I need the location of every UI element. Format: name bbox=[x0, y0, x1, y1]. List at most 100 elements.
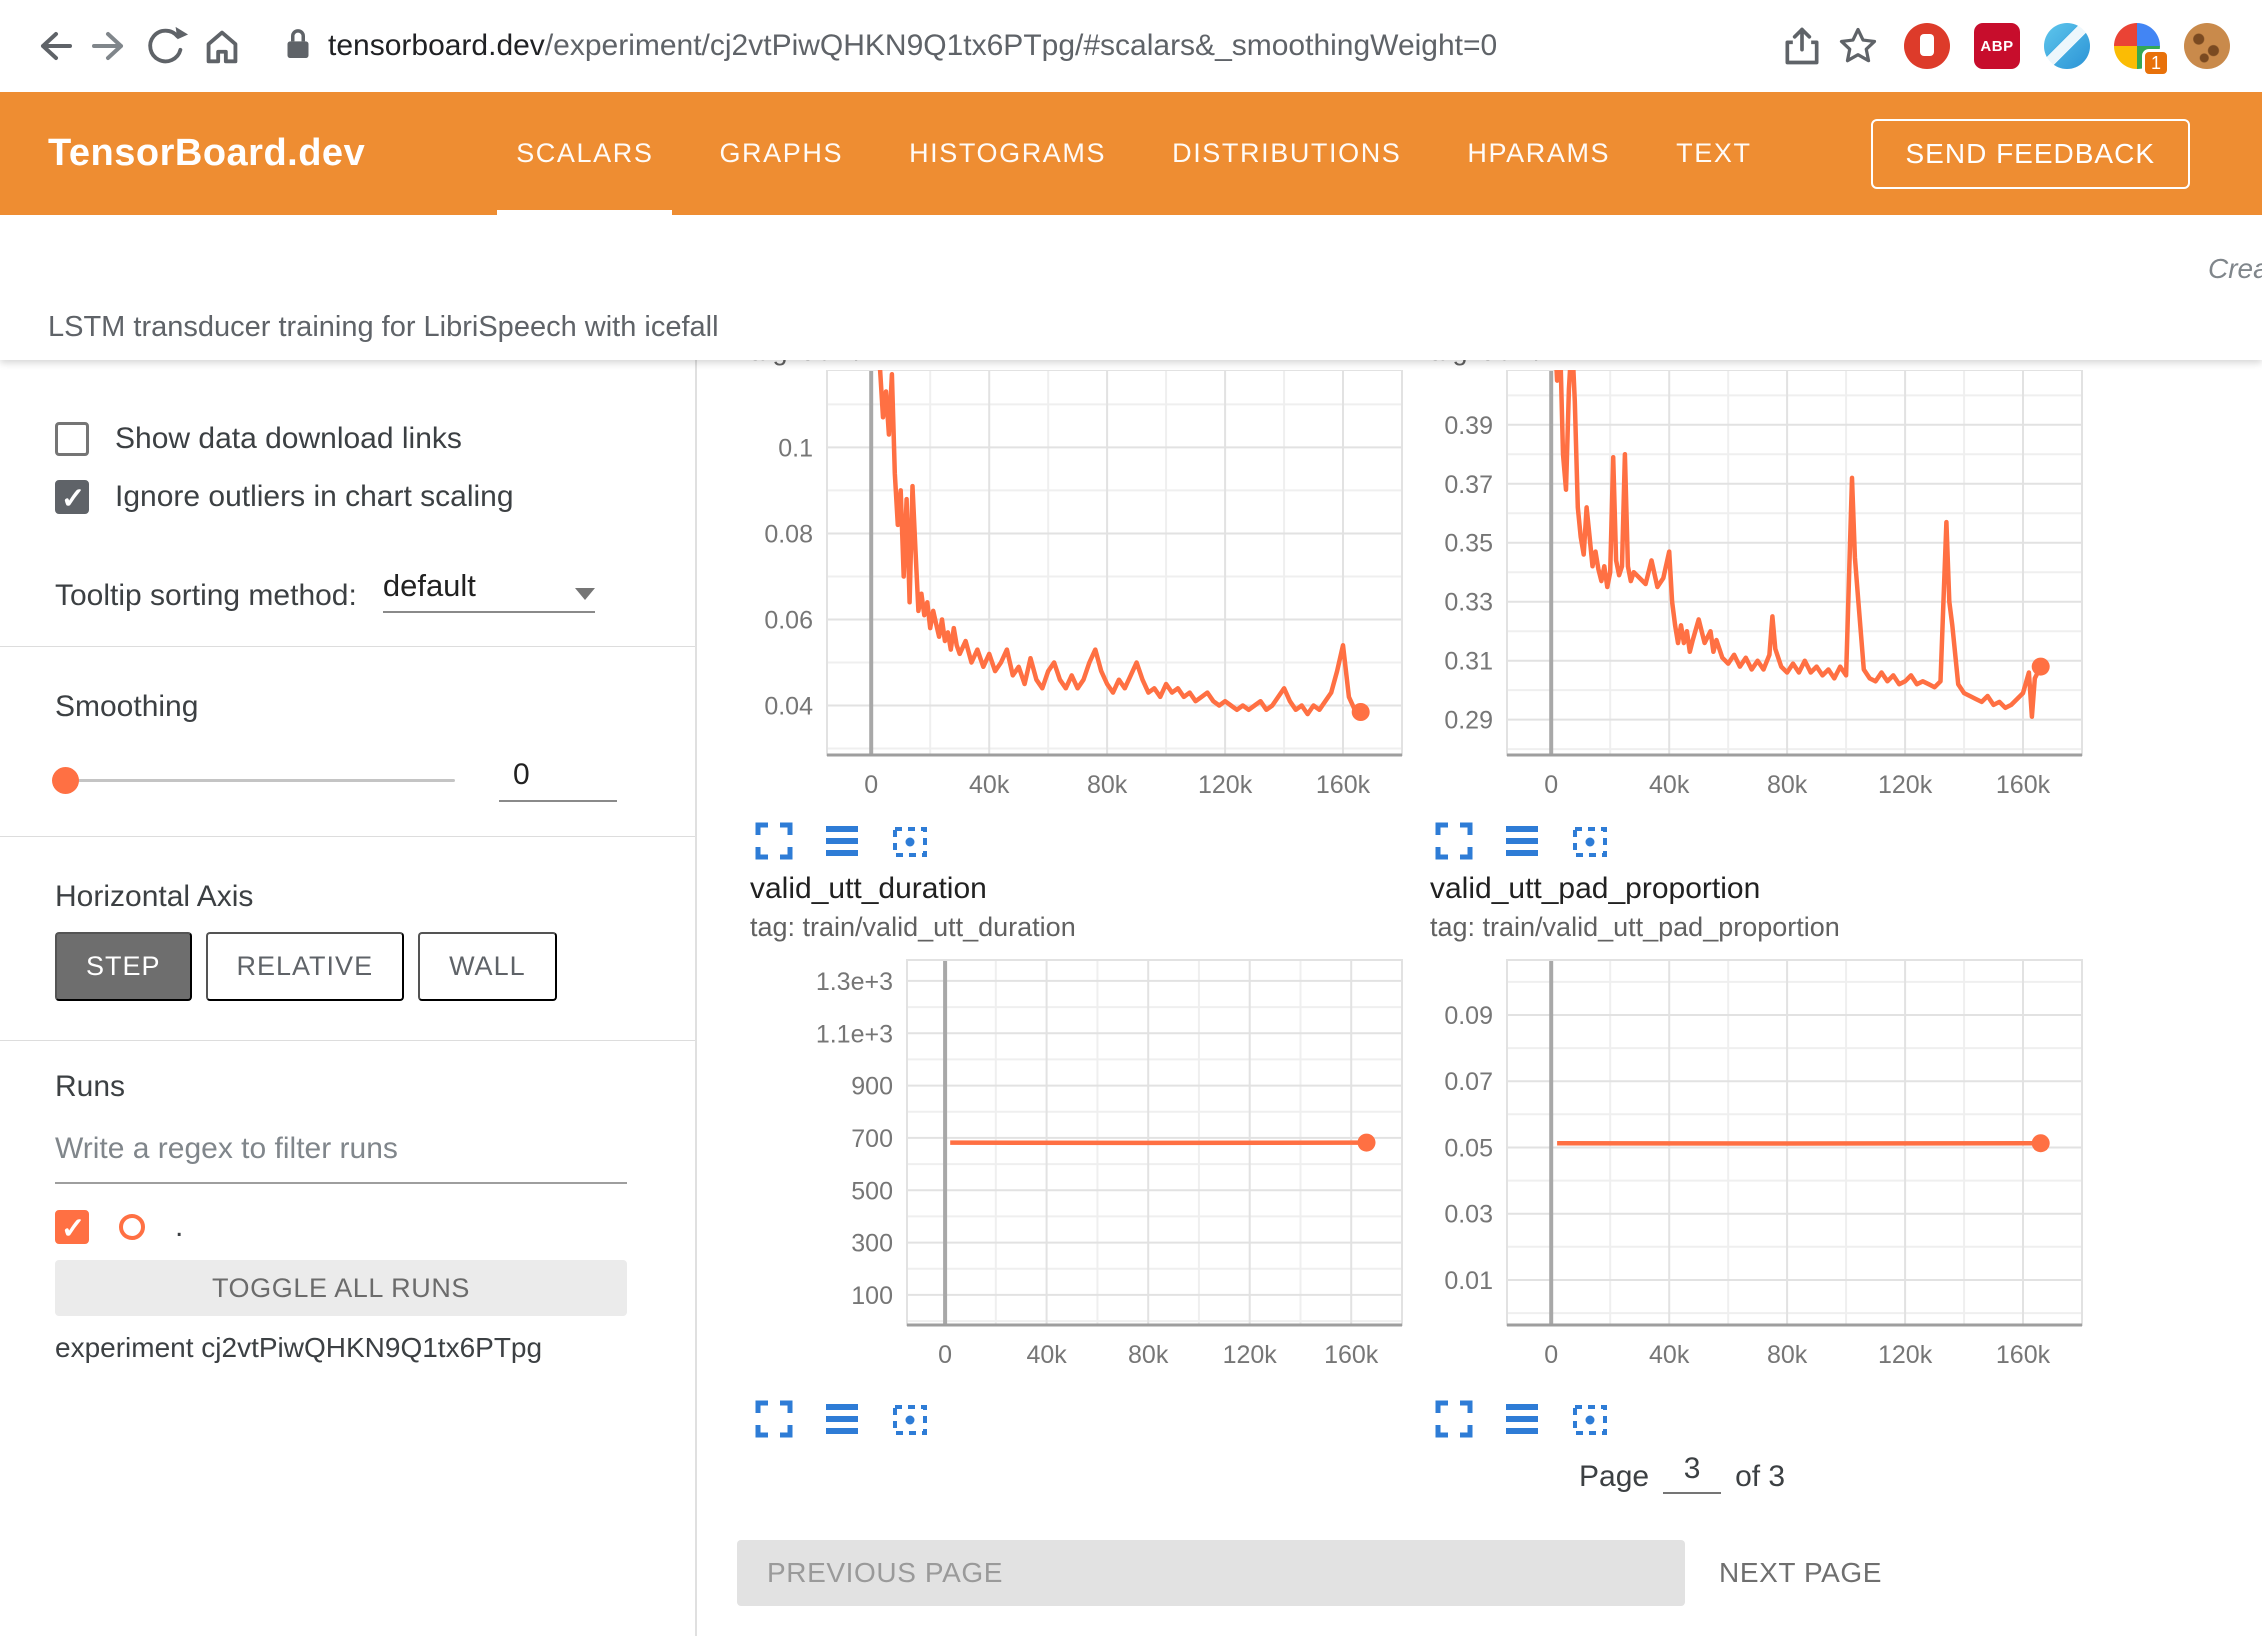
expand-chart-icon[interactable] bbox=[1434, 821, 1474, 861]
svg-text:300: 300 bbox=[851, 1230, 893, 1258]
view-data-icon[interactable] bbox=[822, 821, 862, 861]
experiment-description: LSTM transducer training for LibriSpeech… bbox=[48, 311, 719, 344]
chart-title: valid_utt_duration bbox=[712, 872, 1412, 912]
svg-text:0.29: 0.29 bbox=[1444, 707, 1493, 735]
show-download-links-checkbox[interactable] bbox=[55, 422, 89, 456]
lock-icon bbox=[284, 26, 312, 67]
pagination: Page of 3 bbox=[1579, 1452, 1785, 1494]
scalar-chart[interactable]: 0.010.030.050.070.09040k80k120k160k bbox=[1392, 948, 2092, 1393]
profile-avatar-icon[interactable]: 1 bbox=[2114, 23, 2160, 69]
expand-chart-icon[interactable] bbox=[754, 821, 794, 861]
svg-text:0.07: 0.07 bbox=[1444, 1068, 1493, 1096]
bookmark-star-icon[interactable] bbox=[1830, 18, 1886, 74]
fit-domain-icon[interactable] bbox=[1570, 821, 1610, 861]
svg-text:0: 0 bbox=[938, 1341, 952, 1369]
svg-text:0.08: 0.08 bbox=[764, 521, 813, 549]
back-icon[interactable] bbox=[26, 18, 82, 74]
smoothing-slider-thumb[interactable] bbox=[52, 767, 79, 794]
tab-histograms[interactable]: HISTOGRAMS bbox=[876, 92, 1139, 215]
svg-text:1.3e+3: 1.3e+3 bbox=[816, 968, 893, 996]
svg-text:0: 0 bbox=[1544, 1341, 1558, 1369]
page-number-input[interactable] bbox=[1663, 1452, 1721, 1494]
svg-text:900: 900 bbox=[851, 1073, 893, 1101]
axis-wall-button[interactable]: WALL bbox=[418, 932, 557, 1001]
fit-domain-icon[interactable] bbox=[890, 1399, 930, 1439]
extensions-cluster: ABP 1 bbox=[1904, 23, 2230, 69]
svg-text:120k: 120k bbox=[1223, 1341, 1278, 1369]
next-page-button[interactable]: NEXT PAGE bbox=[1719, 1540, 1882, 1606]
svg-text:40k: 40k bbox=[1649, 771, 1690, 799]
runs-filter-row bbox=[55, 1132, 655, 1184]
url-domain: tensorboard.dev bbox=[328, 29, 545, 62]
svg-text:0.35: 0.35 bbox=[1444, 530, 1493, 558]
tab-graphs[interactable]: GRAPHS bbox=[686, 92, 876, 215]
tab-hparams[interactable]: HPARAMS bbox=[1434, 92, 1643, 215]
ignore-outliers-row: Ignore outliers in chart scaling bbox=[55, 480, 655, 514]
svg-text:160k: 160k bbox=[1316, 771, 1371, 799]
view-data-icon[interactable] bbox=[1502, 821, 1542, 861]
svg-text:120k: 120k bbox=[1878, 1341, 1933, 1369]
forward-icon[interactable] bbox=[82, 18, 138, 74]
svg-text:120k: 120k bbox=[1198, 771, 1253, 799]
cookie-icon[interactable] bbox=[2184, 23, 2230, 69]
address-bar[interactable]: tensorboard.dev/experiment/cj2vtPiwQHKN9… bbox=[284, 26, 1774, 67]
svg-text:0.01: 0.01 bbox=[1444, 1267, 1493, 1295]
divider bbox=[0, 646, 695, 647]
expand-chart-icon[interactable] bbox=[1434, 1399, 1474, 1439]
page-of-label: of 3 bbox=[1735, 1460, 1785, 1494]
tab-distributions[interactable]: DISTRIBUTIONS bbox=[1139, 92, 1434, 215]
tab-scalars[interactable]: SCALARS bbox=[483, 92, 686, 215]
scalar-chart[interactable]: 0.040.060.080.1040k80k120k160k bbox=[712, 370, 1412, 815]
tab-text[interactable]: TEXT bbox=[1643, 92, 1784, 215]
scalar-chart[interactable]: 0.290.310.330.350.370.39040k80k120k160k bbox=[1392, 370, 2092, 815]
smoothing-value-input[interactable]: 0 bbox=[499, 758, 617, 802]
svg-text:0.05: 0.05 bbox=[1444, 1135, 1493, 1163]
page-label: Page bbox=[1579, 1460, 1649, 1494]
abp-icon[interactable]: ABP bbox=[1974, 23, 2020, 69]
ignore-outliers-checkbox[interactable] bbox=[55, 480, 89, 514]
run-name: . bbox=[175, 1210, 183, 1244]
chart-toolbar bbox=[712, 821, 1412, 861]
toggle-all-runs-button[interactable]: TOGGLE ALL RUNS bbox=[55, 1260, 627, 1316]
svg-text:0.04: 0.04 bbox=[764, 693, 813, 721]
horizontal-axis-label: Horizontal Axis bbox=[55, 880, 655, 914]
view-data-icon[interactable] bbox=[822, 1399, 862, 1439]
home-icon[interactable] bbox=[194, 18, 250, 74]
fit-domain-icon[interactable] bbox=[1570, 1399, 1610, 1439]
view-data-icon[interactable] bbox=[1502, 1399, 1542, 1439]
chart-tag-clipped: tag: train/ bbox=[1392, 360, 2092, 370]
axis-relative-button[interactable]: RELATIVE bbox=[206, 932, 405, 1001]
svg-text:160k: 160k bbox=[1324, 1341, 1379, 1369]
reload-icon[interactable] bbox=[138, 18, 194, 74]
share-icon[interactable] bbox=[1774, 18, 1830, 74]
app-header: TensorBoard.dev SCALARS GRAPHS HISTOGRAM… bbox=[0, 92, 2262, 215]
svg-text:80k: 80k bbox=[1767, 771, 1808, 799]
main-nav: SCALARS GRAPHS HISTOGRAMS DISTRIBUTIONS … bbox=[483, 92, 1784, 215]
divider bbox=[0, 1040, 695, 1041]
svg-text:0: 0 bbox=[864, 771, 878, 799]
send-feedback-button[interactable]: SEND FEEDBACK bbox=[1871, 119, 2191, 189]
run-color-swatch[interactable] bbox=[119, 1214, 145, 1240]
tooltip-sorting-select[interactable]: default bbox=[383, 568, 595, 613]
blue-extension-icon[interactable] bbox=[2044, 23, 2090, 69]
expand-chart-icon[interactable] bbox=[754, 1399, 794, 1439]
svg-text:500: 500 bbox=[851, 1177, 893, 1205]
adblock-icon[interactable] bbox=[1904, 23, 1950, 69]
svg-text:0.06: 0.06 bbox=[764, 607, 813, 635]
smoothing-label: Smoothing bbox=[55, 690, 655, 724]
smoothing-slider[interactable] bbox=[55, 779, 455, 782]
fit-domain-icon[interactable] bbox=[890, 821, 930, 861]
app-logo[interactable]: TensorBoard.dev bbox=[48, 132, 365, 175]
svg-text:0.39: 0.39 bbox=[1444, 412, 1493, 440]
svg-text:40k: 40k bbox=[1026, 1341, 1067, 1369]
runs-filter-input[interactable] bbox=[55, 1132, 627, 1184]
run-checkbox[interactable] bbox=[55, 1210, 89, 1244]
previous-page-button[interactable]: PREVIOUS PAGE bbox=[737, 1540, 1685, 1606]
scalar-chart[interactable]: 1003005007009001.1e+31.3e+3040k80k120k16… bbox=[712, 948, 1412, 1393]
show-download-links-label: Show data download links bbox=[115, 422, 462, 456]
extension-badge: 1 bbox=[2142, 49, 2170, 77]
axis-step-button[interactable]: STEP bbox=[55, 932, 192, 1001]
chart-toolbar bbox=[712, 1399, 1412, 1439]
chart-card-top-right: tag: train/ 0.290.310.330.350.370.39040k… bbox=[1392, 360, 2092, 861]
svg-text:40k: 40k bbox=[969, 771, 1010, 799]
